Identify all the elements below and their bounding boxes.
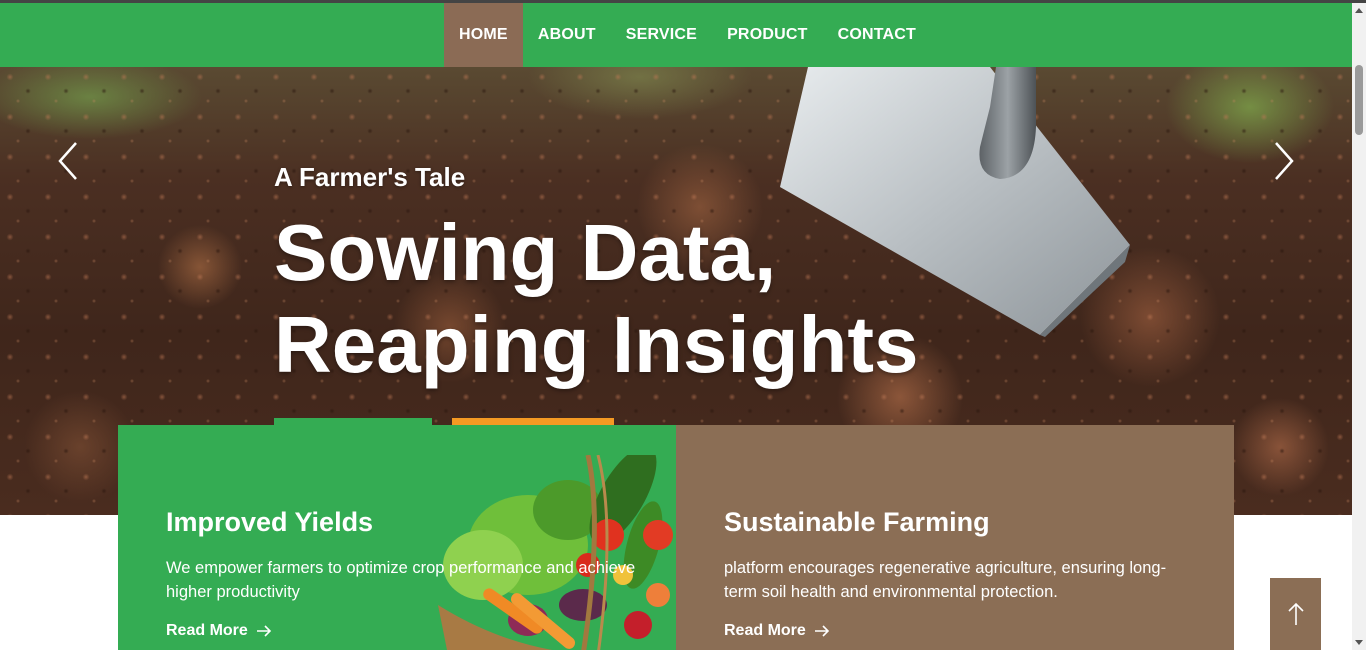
feature-card-sustainable-farming: Sustainable Farming platform encourages … bbox=[676, 425, 1234, 650]
caret-down-icon bbox=[1355, 640, 1363, 645]
vegetable-basket-image bbox=[438, 455, 673, 650]
read-more-link[interactable]: Read More bbox=[724, 622, 830, 640]
chevron-right-icon bbox=[1275, 142, 1294, 180]
nav-item-contact[interactable]: CONTACT bbox=[823, 3, 931, 67]
feature-title: Improved Yields bbox=[166, 507, 374, 537]
hero-title: Sowing Data, Reaping Insights bbox=[274, 208, 919, 389]
scrollbar-thumb[interactable] bbox=[1355, 65, 1363, 135]
navbar: HOME ABOUT SERVICE PRODUCT CONTACT bbox=[0, 3, 1352, 67]
carousel-next-button[interactable] bbox=[1268, 139, 1298, 183]
hero-subtitle: A Farmer's Tale bbox=[274, 162, 466, 192]
arrow-right-icon bbox=[814, 625, 829, 637]
arrow-up-icon bbox=[1287, 602, 1304, 625]
main-nav: HOME ABOUT SERVICE PRODUCT CONTACT bbox=[444, 3, 931, 67]
scroll-up-arrow[interactable] bbox=[1352, 3, 1366, 17]
hero-text: A Farmer's Tale Sowing Data, Reaping Ins… bbox=[274, 162, 1094, 391]
page-scrollbar[interactable] bbox=[1352, 3, 1366, 650]
read-more-label: Read More bbox=[166, 622, 248, 639]
feature-text: We empower farmers to optimize crop perf… bbox=[166, 559, 636, 601]
carousel-prev-button[interactable] bbox=[54, 139, 84, 183]
feature-title: Sustainable Farming bbox=[724, 507, 990, 537]
scroll-down-arrow[interactable] bbox=[1352, 636, 1366, 650]
read-more-link[interactable]: Read More bbox=[166, 622, 272, 640]
nav-item-product[interactable]: PRODUCT bbox=[712, 3, 823, 67]
chevron-left-icon bbox=[58, 142, 77, 180]
back-to-top-button[interactable] bbox=[1270, 578, 1321, 650]
feature-card-improved-yields: Improved Yields We empower farmers to op… bbox=[118, 425, 676, 650]
feature-text: platform encourages regenerative agricul… bbox=[724, 559, 1167, 601]
read-more-label: Read More bbox=[724, 622, 806, 639]
caret-up-icon bbox=[1355, 8, 1363, 13]
nav-item-home[interactable]: HOME bbox=[444, 3, 523, 67]
arrow-right-icon bbox=[256, 625, 271, 637]
nav-item-service[interactable]: SERVICE bbox=[611, 3, 712, 67]
nav-item-about[interactable]: ABOUT bbox=[523, 3, 611, 67]
